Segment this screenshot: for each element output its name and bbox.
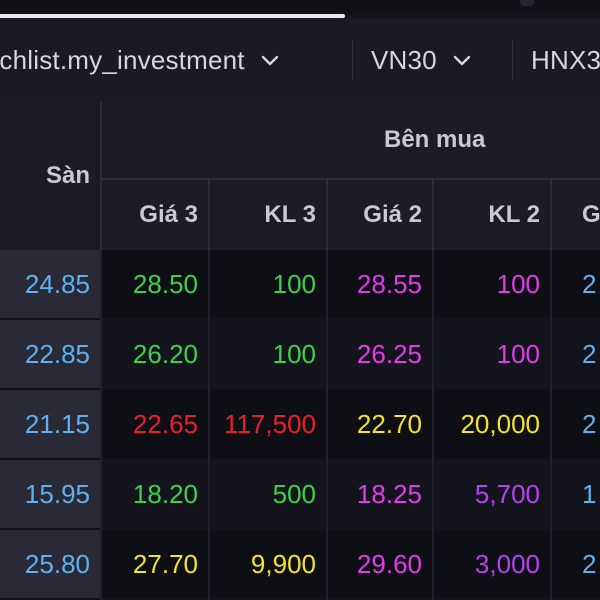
tab-hnx30-label: HNX3 <box>531 44 600 75</box>
cell-kl2: 3,000 <box>474 548 540 579</box>
header-gia2: Giá 2 <box>363 201 422 228</box>
column-divider <box>100 250 102 600</box>
cell-kl2: 100 <box>496 268 540 299</box>
table-row[interactable]: 25.80 27.70 9,900 29.60 3,000 2 <box>0 530 600 598</box>
cell-san: 24.85 <box>0 250 100 318</box>
header-gia3: Giá 3 <box>139 201 198 228</box>
cell-san: 15.95 <box>0 460 100 528</box>
header-divider <box>550 180 552 250</box>
cell-gia3: 28.50 <box>132 268 198 299</box>
price-board: 24.85 28.50 100 28.55 100 2 22.85 26.20 … <box>0 250 600 600</box>
cell-gia2: 22.70 <box>356 408 422 439</box>
cell-kl3: 500 <box>272 478 316 509</box>
tab-divider <box>352 40 353 80</box>
header-divider <box>326 180 328 250</box>
tab-vn30[interactable]: VN30 <box>371 18 473 102</box>
table-row[interactable]: 21.15 22.65 117,500 22.70 20,000 2 <box>0 390 600 458</box>
cell-san: 22.85 <box>0 320 100 388</box>
cell-gia3: 22.65 <box>132 408 198 439</box>
cell-gia1-partial: 2 <box>582 408 597 439</box>
cell-gia3: 18.20 <box>132 478 198 509</box>
tab-hnx30[interactable]: HNX3 <box>531 18 600 102</box>
tab-divider <box>512 40 513 80</box>
cell-kl2: 20,000 <box>460 408 540 439</box>
cell-gia1-partial: 1 <box>582 478 597 509</box>
cell-kl3: 100 <box>272 268 316 299</box>
cell-kl3: 9,900 <box>250 548 316 579</box>
chevron-down-icon[interactable] <box>259 49 281 71</box>
header-gia1-partial: G <box>582 201 600 228</box>
header-divider <box>432 180 434 250</box>
header-divider <box>100 102 102 250</box>
cell-gia2: 18.25 <box>356 478 422 509</box>
header-ben-mua: Bên mua <box>384 126 486 153</box>
top-strip <box>0 0 600 14</box>
cell-san: 21.15 <box>0 390 100 458</box>
watchlist-tab-bar: tchlist.my_investment VN30 HNX3 <box>0 18 600 102</box>
tab-vn30-label: VN30 <box>371 44 437 75</box>
cell-kl3: 117,500 <box>223 408 316 439</box>
cell-kl3: 100 <box>272 338 316 369</box>
top-strip-segment <box>520 0 534 6</box>
cell-gia3: 26.20 <box>132 338 198 369</box>
cell-gia2: 29.60 <box>356 548 422 579</box>
cell-san: 25.80 <box>0 530 100 598</box>
tab-watchlist[interactable]: tchlist.my_investment <box>0 18 281 102</box>
cell-gia3: 27.70 <box>132 548 198 579</box>
cell-gia2: 28.55 <box>356 268 422 299</box>
column-divider <box>550 250 552 600</box>
cell-kl2: 5,700 <box>474 478 540 509</box>
cell-gia1-partial: 2 <box>582 268 597 299</box>
column-divider <box>432 250 434 600</box>
column-divider <box>208 250 210 600</box>
header-san: Sàn <box>45 162 90 189</box>
cell-gia1-partial: 2 <box>582 548 597 579</box>
tab-watchlist-label: tchlist.my_investment <box>0 44 245 75</box>
cell-gia1-partial: 2 <box>582 338 597 369</box>
header-kl3: KL 3 <box>264 201 316 228</box>
chevron-down-icon[interactable] <box>451 49 473 71</box>
table-header: Sàn Bên mua Giá 3 KL 3 Giá 2 KL 2 G <box>0 102 600 250</box>
header-kl2: KL 2 <box>488 201 540 228</box>
table-row[interactable]: 15.95 18.20 500 18.25 5,700 1 <box>0 460 600 528</box>
table-row[interactable]: 22.85 26.20 100 26.25 100 2 <box>0 320 600 388</box>
table-row[interactable]: 24.85 28.50 100 28.55 100 2 <box>0 250 600 318</box>
column-divider <box>326 250 328 600</box>
cell-gia2: 26.25 <box>356 338 422 369</box>
cell-kl2: 100 <box>496 338 540 369</box>
header-divider <box>208 180 210 250</box>
header-divider <box>102 178 600 180</box>
